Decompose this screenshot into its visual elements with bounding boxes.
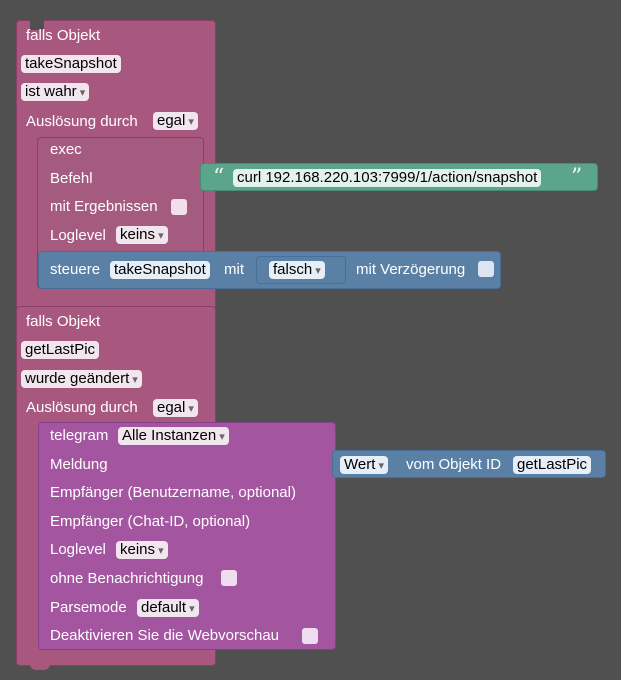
control-delay-checkbox[interactable] [478, 261, 494, 277]
exec-with-results-checkbox[interactable] [171, 199, 187, 215]
value-of-label: vom Objekt ID [406, 456, 502, 473]
trigger1-title: falls Objekt [26, 27, 101, 44]
control-with-label: mit [224, 261, 244, 278]
block-tab [30, 662, 50, 670]
telegram-instance-dropdown[interactable]: Alle Instanzen [118, 427, 229, 445]
control-delay-label: mit Verzögerung [356, 261, 466, 278]
telegram-silent-label: ohne Benachrichtigung [50, 570, 204, 587]
trigger2-condition-dropdown[interactable]: wurde geändert [21, 370, 142, 388]
trigger1-object-field[interactable]: takeSnapshot [21, 55, 121, 73]
exec-loglevel-label: Loglevel [50, 227, 106, 244]
command-text-field[interactable]: curl 192.168.220.103:7999/1/action/snaps… [233, 169, 542, 187]
value-attribute-dropdown[interactable]: Wert [340, 456, 388, 474]
value-object-field[interactable]: getLastPic [513, 456, 592, 474]
telegram-recipient-chat-label: Empfänger (Chat-ID, optional) [50, 513, 251, 530]
exec-loglevel-dropdown[interactable]: keins [116, 226, 168, 244]
close-quote-icon: ” [571, 165, 583, 190]
trigger2-trigger-dropdown[interactable]: egal [153, 399, 198, 417]
trigger1-condition-dropdown[interactable]: ist wahr [21, 83, 90, 101]
control-value-dropdown[interactable]: falsch [269, 261, 325, 279]
trigger2-title: falls Objekt [26, 313, 101, 330]
telegram-parsemode-label: Parsemode [50, 599, 127, 616]
telegram-message-label: Meldung [50, 456, 108, 473]
block-tab [30, 296, 50, 304]
trigger2-trigger-label: Auslösung durch [26, 399, 138, 416]
open-quote-icon: “ [213, 165, 225, 190]
telegram-silent-checkbox[interactable] [221, 570, 237, 586]
trigger1-trigger-dropdown[interactable]: egal [153, 112, 198, 130]
exec-with-results-label: mit Ergebnissen [50, 198, 158, 215]
control-object-field[interactable]: takeSnapshot [110, 261, 210, 279]
telegram-webpreview-label: Deaktivieren Sie die Webvorschau [50, 627, 280, 644]
trigger2-object-field[interactable]: getLastPic [21, 341, 100, 359]
telegram-loglevel-dropdown[interactable]: keins [116, 541, 168, 559]
telegram-title: telegram [50, 427, 109, 444]
exec-command-label: Befehl [50, 170, 93, 187]
telegram-recipient-user-label: Empfänger (Benutzername, optional) [50, 484, 296, 501]
exec-title: exec [50, 141, 82, 158]
control-prefix: steuere [50, 261, 101, 278]
telegram-parsemode-dropdown[interactable]: default [137, 599, 199, 617]
telegram-loglevel-label: Loglevel [50, 541, 106, 558]
trigger1-trigger-label: Auslösung durch [26, 113, 138, 130]
telegram-webpreview-checkbox[interactable] [302, 628, 318, 644]
